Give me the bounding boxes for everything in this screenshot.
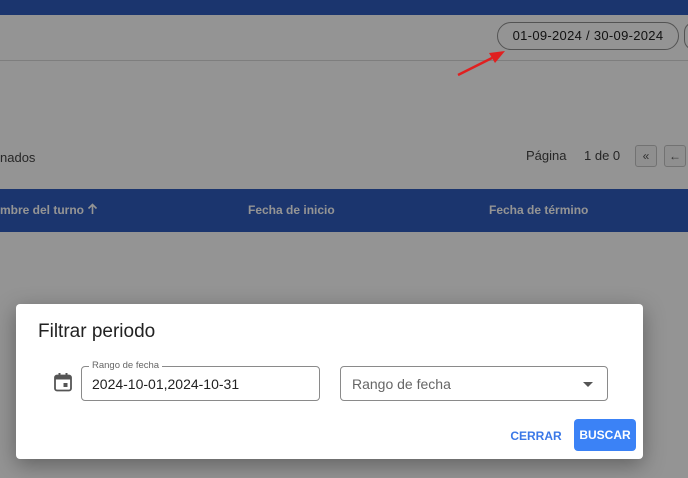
date-range-field[interactable]: Rango de fecha 2024-10-01,2024-10-31: [81, 360, 320, 401]
filter-period-dialog: Filtrar periodo Rango de fecha 2024-10-0…: [16, 304, 643, 459]
date-range-field-label: Rango de fecha: [89, 360, 163, 371]
date-range-field-value[interactable]: 2024-10-01,2024-10-31: [92, 376, 239, 392]
calendar-icon: [54, 373, 72, 392]
date-range-select-placeholder: Rango de fecha: [352, 376, 451, 392]
dialog-title: Filtrar periodo: [38, 321, 156, 342]
date-range-select[interactable]: Rango de fecha: [340, 366, 608, 401]
close-button[interactable]: CERRAR: [506, 421, 566, 451]
dropdown-caret-icon: [583, 382, 593, 387]
search-button[interactable]: BUSCAR: [574, 419, 636, 451]
